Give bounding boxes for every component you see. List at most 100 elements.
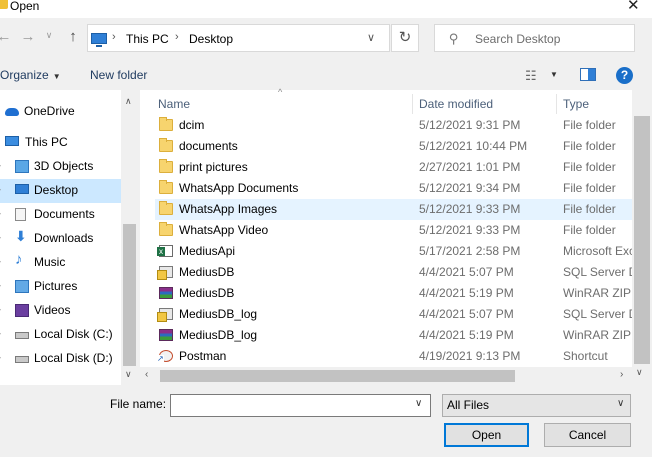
file-type: File folder	[563, 202, 616, 216]
open-button[interactable]: Open	[444, 423, 529, 447]
caret-down-icon[interactable]: ▼	[550, 70, 558, 79]
nav-item-label: Videos	[34, 303, 71, 317]
file-row[interactable]: MediusDB_log 4/4/2021 5:19 PM WinRAR ZIP…	[155, 325, 632, 346]
nav-item-local-disk-d[interactable]: › Local Disk (D:)	[0, 347, 121, 371]
cube-icon	[15, 160, 29, 173]
scroll-up-icon[interactable]: ∧	[125, 96, 132, 107]
chevron-right-icon[interactable]: ›	[0, 208, 1, 218]
nav-item-videos[interactable]: › Videos	[0, 299, 121, 323]
preview-pane-icon[interactable]	[580, 68, 596, 81]
chevron-down-icon[interactable]: ∨	[367, 31, 375, 44]
up-arrow-icon[interactable]: ↑	[64, 28, 82, 45]
file-type: File folder	[563, 139, 616, 153]
column-header-name[interactable]: Name	[158, 97, 190, 111]
scroll-right-icon[interactable]: ›	[620, 369, 623, 380]
scrollbar-thumb[interactable]	[160, 370, 515, 382]
organize-label: Organize	[0, 68, 49, 82]
file-row[interactable]: MediusDB 4/4/2021 5:19 PM WinRAR ZIP a	[155, 283, 632, 304]
search-icon: ⚲	[449, 31, 459, 46]
nav-item-local-disk-c[interactable]: › Local Disk (C:)	[0, 323, 121, 347]
sql-file-icon	[157, 308, 173, 322]
scrollbar-thumb[interactable]	[634, 116, 650, 364]
new-folder-button[interactable]: New folder	[90, 68, 147, 82]
file-row[interactable]: WhatsApp Images 5/12/2021 9:33 PM File f…	[155, 199, 632, 220]
folder-icon	[159, 159, 173, 173]
view-options-icon[interactable]: ☷	[525, 68, 537, 84]
nav-item-pictures[interactable]: › Pictures	[0, 275, 121, 299]
address-bar[interactable]: › This PC › Desktop ∨	[87, 24, 390, 52]
close-icon[interactable]: ✕	[627, 0, 640, 14]
chevron-right-icon[interactable]: ›	[112, 31, 116, 43]
file-name-input[interactable]	[170, 394, 431, 417]
chevron-down-icon[interactable]: ∨	[617, 398, 624, 409]
file-date: 4/19/2021 9:13 PM	[419, 349, 521, 363]
nav-item-music[interactable]: › ♪ Music	[0, 251, 121, 275]
file-type: Shortcut	[563, 349, 608, 363]
file-row[interactable]: documents 5/12/2021 10:44 PM File folder	[155, 136, 632, 157]
breadcrumb-desktop[interactable]: Desktop	[189, 32, 233, 46]
file-name: documents	[179, 139, 238, 153]
file-name: MediusDB_log	[179, 307, 258, 321]
download-icon: ⬇	[15, 228, 27, 244]
chevron-right-icon[interactable]: ›	[0, 256, 1, 266]
disk-icon	[15, 332, 29, 339]
nav-item-3d-objects[interactable]: › 3D Objects	[0, 155, 121, 179]
search-input[interactable]: ⚲ Search Desktop	[434, 24, 635, 52]
nav-item-label: OneDrive	[24, 104, 75, 118]
file-date: 4/4/2021 5:07 PM	[419, 307, 514, 321]
chevron-right-icon[interactable]: ›	[0, 280, 1, 290]
help-icon[interactable]: ?	[616, 67, 633, 84]
caret-down-icon: ▼	[52, 72, 61, 81]
scroll-down-icon[interactable]: ∨	[125, 369, 132, 380]
cancel-button[interactable]: Cancel	[544, 423, 631, 447]
file-date: 5/12/2021 9:33 PM	[419, 202, 521, 216]
chevron-right-icon[interactable]: ›	[0, 160, 1, 170]
file-date: 4/4/2021 5:07 PM	[419, 265, 514, 279]
chevron-down-icon[interactable]: ∨	[415, 398, 422, 409]
file-type-value: All Files	[447, 398, 490, 412]
file-row[interactable]: MediusApi 5/17/2021 2:58 PM Microsoft Ex…	[155, 241, 632, 262]
refresh-button[interactable]: ↻	[391, 24, 419, 52]
back-arrow-icon[interactable]: ←	[0, 28, 12, 45]
scroll-left-icon[interactable]: ‹	[145, 369, 148, 380]
breadcrumb-this-pc[interactable]: This PC	[126, 32, 169, 46]
file-date: 5/12/2021 9:31 PM	[419, 118, 521, 132]
file-row[interactable]: dcim 5/12/2021 9:31 PM File folder	[155, 115, 632, 136]
window-title: Open	[10, 0, 40, 13]
sort-ascending-icon: ^	[278, 87, 283, 97]
chevron-right-icon[interactable]: ›	[175, 31, 179, 43]
file-row[interactable]: Postman 4/19/2021 9:13 PM Shortcut	[155, 346, 632, 367]
recent-locations-chevron-icon[interactable]: ∨	[44, 30, 54, 41]
folder-icon	[159, 201, 173, 215]
chevron-right-icon[interactable]: ›	[0, 304, 1, 314]
chevron-right-icon[interactable]: ›	[0, 232, 1, 242]
nav-item-desktop[interactable]: › Desktop	[0, 179, 121, 203]
sql-file-icon	[157, 266, 173, 280]
nav-item-documents[interactable]: › Documents	[0, 203, 121, 227]
organize-button[interactable]: Organize ▼	[0, 68, 61, 82]
file-name: MediusDB	[179, 265, 235, 279]
column-header-type[interactable]: Type	[563, 97, 589, 111]
forward-arrow-icon[interactable]: →	[20, 28, 36, 45]
scrollbar-thumb[interactable]	[123, 224, 136, 366]
folder-icon	[159, 117, 173, 131]
videos-icon	[15, 304, 29, 317]
scroll-down-icon[interactable]: ∨	[636, 367, 643, 378]
chevron-right-icon[interactable]: ›	[0, 352, 1, 362]
nav-item-onedrive[interactable]: OneDrive	[0, 100, 121, 124]
file-row[interactable]: WhatsApp Documents 5/12/2021 9:34 PM Fil…	[155, 178, 632, 199]
chevron-right-icon[interactable]: ›	[0, 184, 1, 194]
nav-item-this-pc[interactable]: This PC	[0, 131, 121, 155]
disk-icon	[15, 356, 29, 363]
file-row[interactable]: MediusDB_log 4/4/2021 5:07 PM SQL Server…	[155, 304, 632, 325]
chevron-right-icon[interactable]: ›	[0, 328, 1, 338]
column-header-date-modified[interactable]: Date modified	[419, 97, 493, 111]
column-divider[interactable]	[412, 94, 413, 114]
computer-icon	[5, 136, 19, 146]
column-divider[interactable]	[556, 94, 557, 114]
file-row[interactable]: print pictures 2/27/2021 1:01 PM File fo…	[155, 157, 632, 178]
file-row[interactable]: WhatsApp Video 5/12/2021 9:33 PM File fo…	[155, 220, 632, 241]
nav-item-label: Music	[34, 255, 66, 269]
nav-item-downloads[interactable]: › ⬇ Downloads	[0, 227, 121, 251]
file-row[interactable]: MediusDB 4/4/2021 5:07 PM SQL Server D	[155, 262, 632, 283]
